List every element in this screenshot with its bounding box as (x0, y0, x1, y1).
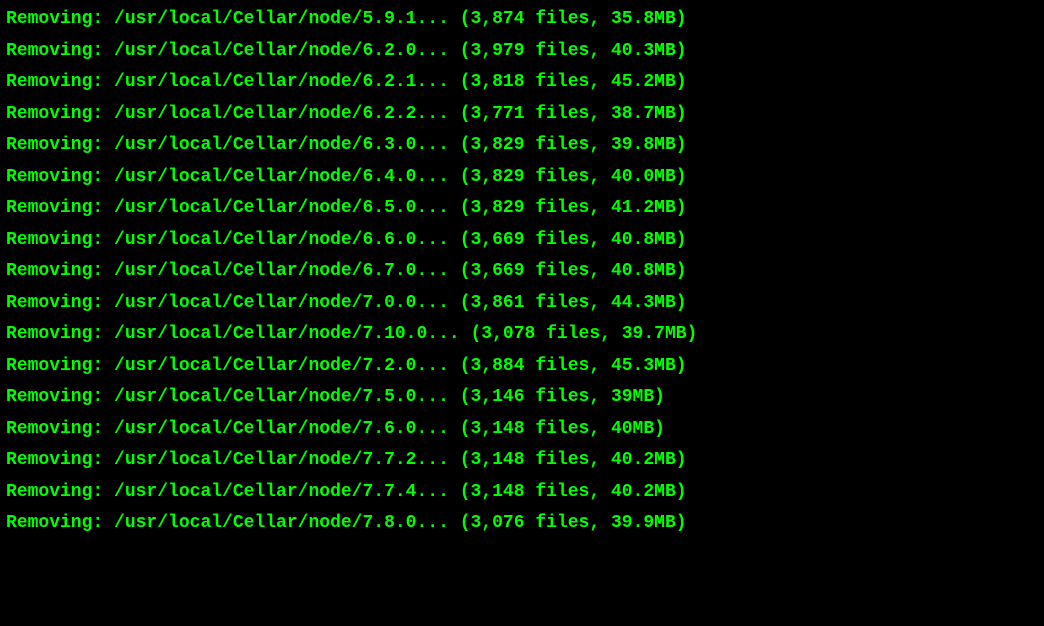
file-path: /usr/local/Cellar/node/6.2.1... (114, 72, 449, 92)
file-size: 40MB (611, 419, 654, 439)
terminal-line: Removing: /usr/local/Cellar/node/7.5.0..… (6, 382, 1038, 414)
file-path: /usr/local/Cellar/node/6.2.2... (114, 104, 449, 124)
terminal-line: Removing: /usr/local/Cellar/node/5.9.1..… (6, 4, 1038, 36)
file-count: 3,829 (471, 135, 525, 155)
terminal-line: Removing: /usr/local/Cellar/node/6.5.0..… (6, 193, 1038, 225)
file-path: /usr/local/Cellar/node/7.10.0... (114, 324, 460, 344)
file-count: 3,884 (471, 356, 525, 376)
file-path: /usr/local/Cellar/node/7.6.0... (114, 419, 449, 439)
file-count: 3,861 (471, 293, 525, 313)
file-path: /usr/local/Cellar/node/7.5.0... (114, 387, 449, 407)
file-path: /usr/local/Cellar/node/6.7.0... (114, 261, 449, 281)
removing-label: Removing: (6, 230, 103, 250)
file-path: /usr/local/Cellar/node/6.2.0... (114, 41, 449, 61)
file-size: 39.9MB (611, 513, 676, 533)
removing-label: Removing: (6, 9, 103, 29)
removing-label: Removing: (6, 356, 103, 376)
file-path: /usr/local/Cellar/node/7.0.0... (114, 293, 449, 313)
file-size: 41.2MB (611, 198, 676, 218)
file-count: 3,669 (471, 230, 525, 250)
terminal-line: Removing: /usr/local/Cellar/node/7.10.0.… (6, 319, 1038, 351)
file-path: /usr/local/Cellar/node/6.6.0... (114, 230, 449, 250)
file-size: 40.2MB (611, 482, 676, 502)
file-path: /usr/local/Cellar/node/6.3.0... (114, 135, 449, 155)
file-count: 3,829 (471, 198, 525, 218)
removing-label: Removing: (6, 261, 103, 281)
removing-label: Removing: (6, 72, 103, 92)
terminal-line: Removing: /usr/local/Cellar/node/6.2.2..… (6, 99, 1038, 131)
file-size: 45.3MB (611, 356, 676, 376)
file-size: 40.8MB (611, 230, 676, 250)
file-size: 39.7MB (622, 324, 687, 344)
terminal-line: Removing: /usr/local/Cellar/node/6.3.0..… (6, 130, 1038, 162)
terminal-line: Removing: /usr/local/Cellar/node/7.7.4..… (6, 477, 1038, 509)
file-count: 3,148 (471, 419, 525, 439)
file-count: 3,076 (471, 513, 525, 533)
terminal-line: Removing: /usr/local/Cellar/node/7.8.0..… (6, 508, 1038, 540)
file-path: /usr/local/Cellar/node/7.7.2... (114, 450, 449, 470)
terminal-line: Removing: /usr/local/Cellar/node/7.6.0..… (6, 414, 1038, 446)
removing-label: Removing: (6, 104, 103, 124)
file-path: /usr/local/Cellar/node/5.9.1... (114, 9, 449, 29)
terminal-line: Removing: /usr/local/Cellar/node/6.2.1..… (6, 67, 1038, 99)
file-path: /usr/local/Cellar/node/6.5.0... (114, 198, 449, 218)
file-size: 39.8MB (611, 135, 676, 155)
file-count: 3,148 (471, 482, 525, 502)
removing-label: Removing: (6, 167, 103, 187)
file-size: 35.8MB (611, 9, 676, 29)
terminal-line: Removing: /usr/local/Cellar/node/7.2.0..… (6, 351, 1038, 383)
removing-label: Removing: (6, 41, 103, 61)
file-path: /usr/local/Cellar/node/6.4.0... (114, 167, 449, 187)
file-path: /usr/local/Cellar/node/7.2.0... (114, 356, 449, 376)
file-count: 3,669 (471, 261, 525, 281)
file-size: 40.3MB (611, 41, 676, 61)
terminal-line: Removing: /usr/local/Cellar/node/6.6.0..… (6, 225, 1038, 257)
file-count: 3,979 (471, 41, 525, 61)
terminal-line: Removing: /usr/local/Cellar/node/7.0.0..… (6, 288, 1038, 320)
removing-label: Removing: (6, 135, 103, 155)
removing-label: Removing: (6, 387, 103, 407)
terminal-line: Removing: /usr/local/Cellar/node/7.7.2..… (6, 445, 1038, 477)
file-size: 44.3MB (611, 293, 676, 313)
removing-label: Removing: (6, 482, 103, 502)
terminal-line: Removing: /usr/local/Cellar/node/6.4.0..… (6, 162, 1038, 194)
removing-label: Removing: (6, 324, 103, 344)
file-count: 3,771 (471, 104, 525, 124)
file-count: 3,818 (471, 72, 525, 92)
file-size: 45.2MB (611, 72, 676, 92)
file-size: 39MB (611, 387, 654, 407)
terminal-line: Removing: /usr/local/Cellar/node/6.2.0..… (6, 36, 1038, 68)
file-size: 38.7MB (611, 104, 676, 124)
removing-label: Removing: (6, 293, 103, 313)
file-path: /usr/local/Cellar/node/7.8.0... (114, 513, 449, 533)
file-count: 3,829 (471, 167, 525, 187)
file-size: 40.8MB (611, 261, 676, 281)
file-size: 40.2MB (611, 450, 676, 470)
removing-label: Removing: (6, 419, 103, 439)
terminal-line: Removing: /usr/local/Cellar/node/6.7.0..… (6, 256, 1038, 288)
file-count: 3,148 (471, 450, 525, 470)
file-count: 3,078 (481, 324, 535, 344)
removing-label: Removing: (6, 513, 103, 533)
file-size: 40.0MB (611, 167, 676, 187)
file-count: 3,146 (471, 387, 525, 407)
removing-label: Removing: (6, 198, 103, 218)
removing-label: Removing: (6, 450, 103, 470)
terminal-output: Removing: /usr/local/Cellar/node/5.9.1..… (6, 4, 1038, 540)
file-count: 3,874 (471, 9, 525, 29)
file-path: /usr/local/Cellar/node/7.7.4... (114, 482, 449, 502)
